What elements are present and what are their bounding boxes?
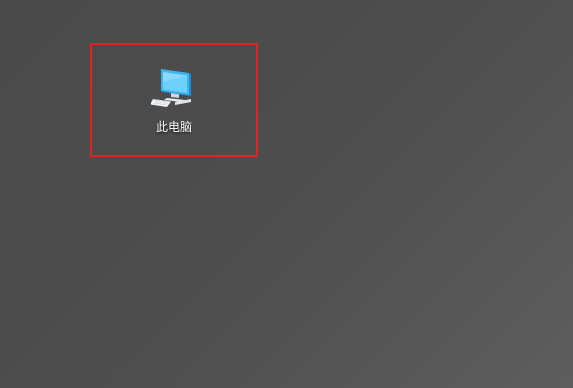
this-pc-icon bbox=[151, 69, 191, 107]
desktop: 此电脑 bbox=[0, 0, 573, 388]
this-pc-label: 此电脑 bbox=[155, 120, 192, 134]
this-pc-desktop-icon[interactable]: 此电脑 bbox=[128, 66, 220, 140]
